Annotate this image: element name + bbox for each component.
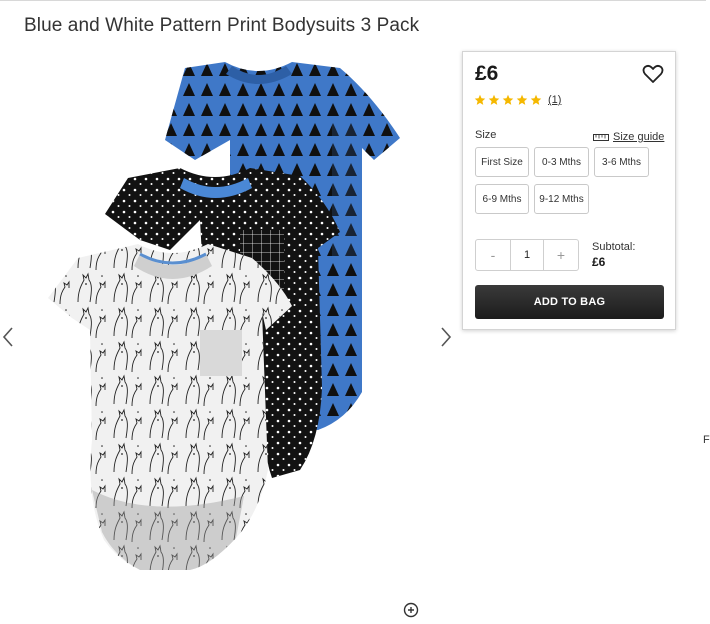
wishlist-button[interactable] (642, 64, 664, 84)
size-option-6-9-mths[interactable]: 6-9 Mths (475, 184, 529, 214)
quantity-increase-button[interactable]: + (544, 240, 578, 270)
size-label: Size (475, 129, 497, 141)
product-price: £6 (475, 62, 499, 85)
zoom-button[interactable] (403, 602, 420, 619)
subtotal-value: £6 (592, 255, 606, 269)
star-icon (488, 94, 500, 105)
size-option-0-3-mths[interactable]: 0-3 Mths (534, 147, 589, 177)
chevron-right-icon (441, 327, 452, 347)
size-option-first-size[interactable]: First Size (475, 147, 529, 177)
previous-image-button[interactable] (1, 326, 15, 348)
quantity-stepper: - 1 + (475, 239, 579, 271)
purchase-panel: £6 (1) Size Size guide First Size 0-3 Mt… (462, 51, 676, 330)
ruler-icon (593, 133, 609, 141)
quantity-decrease-button[interactable]: - (476, 240, 510, 270)
zoom-in-icon (403, 602, 419, 618)
star-icon (474, 94, 486, 105)
star-icon (502, 94, 514, 105)
product-title: Blue and White Pattern Print Bodysuits 3… (24, 15, 420, 36)
header-divider (0, 0, 706, 1)
cropped-edge-text: F (703, 434, 710, 446)
review-count-link[interactable]: (1) (548, 94, 561, 106)
next-image-button[interactable] (439, 326, 453, 348)
product-image (48, 62, 400, 570)
chevron-left-icon (2, 327, 13, 347)
rating-stars: (1) (474, 94, 561, 106)
quantity-input[interactable]: 1 (510, 240, 544, 270)
product-image-gallery[interactable] (0, 52, 460, 614)
add-to-bag-button[interactable]: ADD TO BAG (475, 285, 664, 319)
size-option-9-12-mths[interactable]: 9-12 Mths (534, 184, 589, 214)
size-guide-link[interactable]: Size guide (593, 131, 664, 143)
heart-icon (642, 64, 664, 83)
size-option-3-6-mths[interactable]: 3-6 Mths (594, 147, 649, 177)
subtotal-label: Subtotal: (592, 241, 636, 253)
size-guide-label: Size guide (613, 131, 665, 143)
star-icon (530, 94, 542, 105)
star-icon (516, 94, 528, 105)
